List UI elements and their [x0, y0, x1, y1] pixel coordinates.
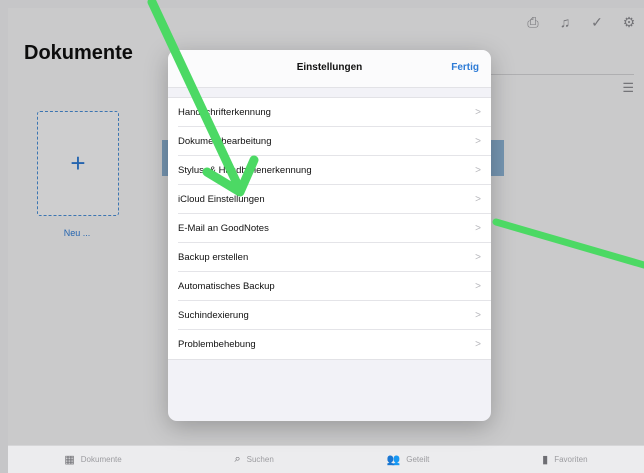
arrow-annotation — [147, 0, 245, 195]
arrow-annotation — [492, 218, 644, 269]
annotation-arrows — [147, 0, 644, 269]
